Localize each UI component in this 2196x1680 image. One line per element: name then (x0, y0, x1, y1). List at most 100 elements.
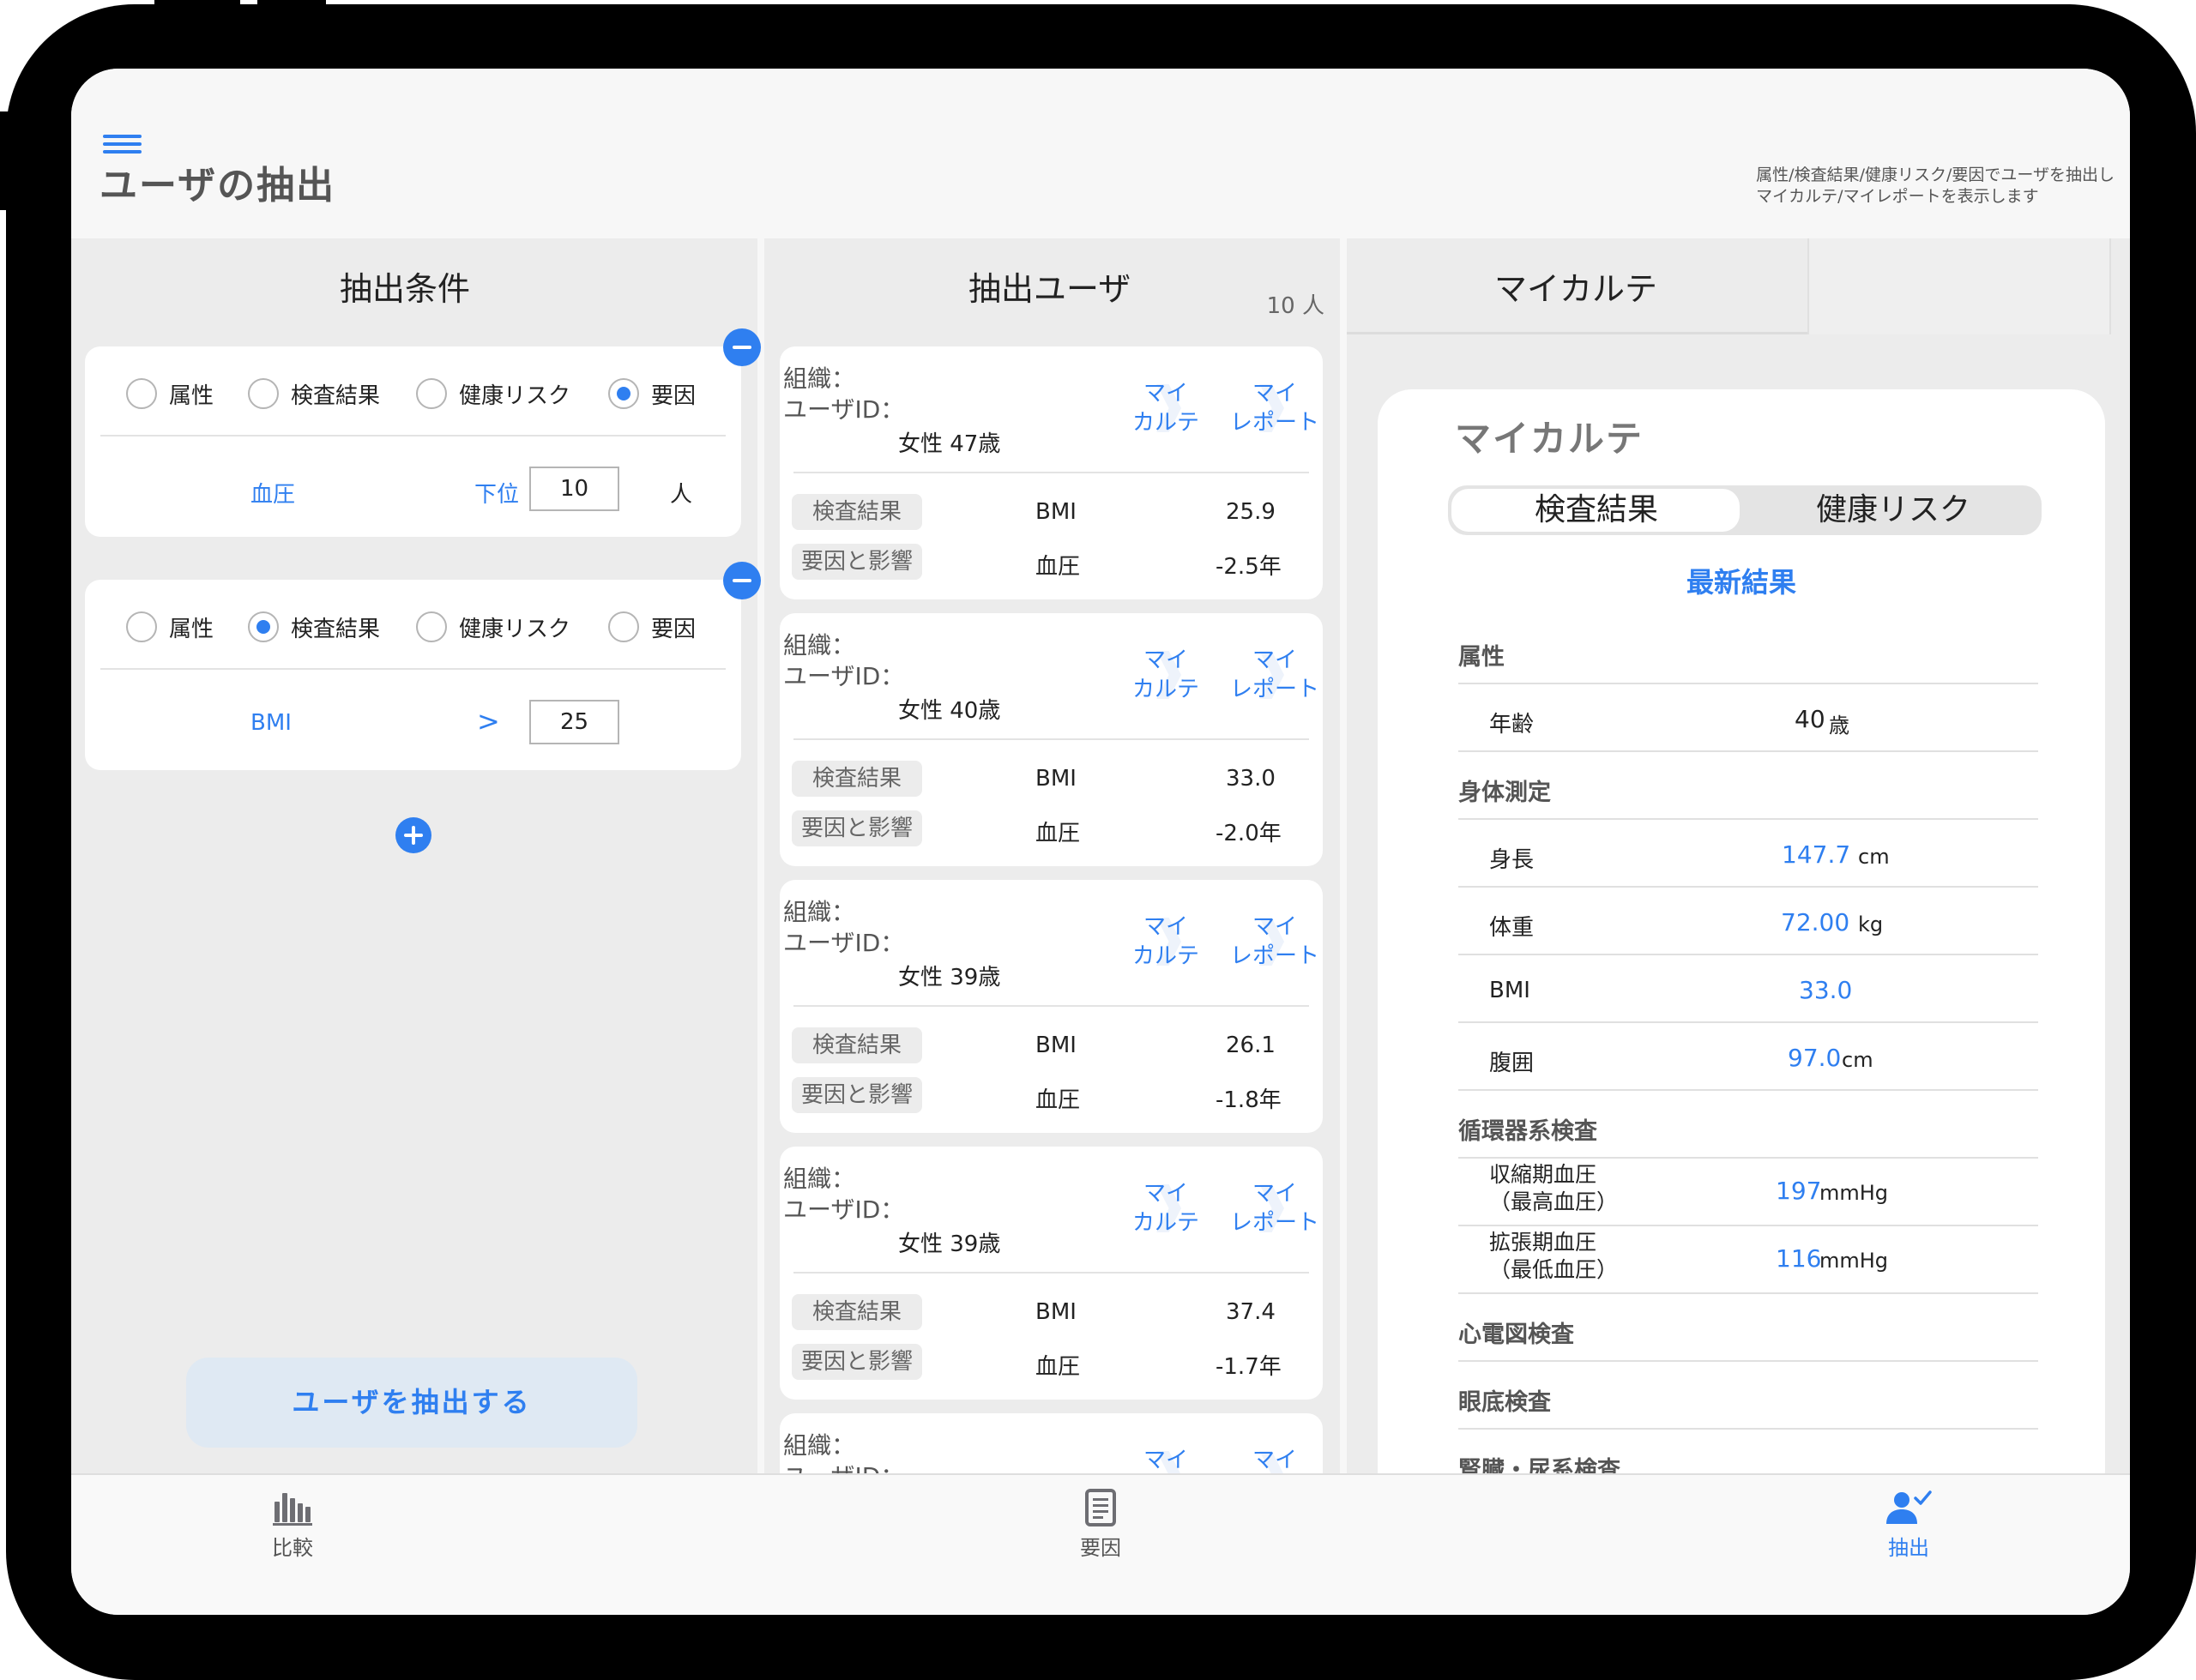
radio-test-result[interactable]: 検査結果 (248, 376, 380, 411)
karte-panel: マイカルテ マイカルテ 検査結果 健康リスク 最新結果 属性 年齢 40 歳 身… (1347, 238, 2130, 1473)
tab-my-karte[interactable]: マイカルテ (1347, 238, 1807, 334)
radio-label: 属性 (169, 616, 214, 642)
user-card[interactable]: 組織： ユーザID： 女性 47歳 マイ カルテ マイ レポート 検査結果 BMI … (780, 346, 1323, 599)
age-value: 40 (1795, 705, 1825, 733)
org-label: 組織： (783, 898, 856, 926)
divider (1458, 1428, 2038, 1430)
my-report-button[interactable]: マイレポート (1228, 1179, 1322, 1237)
radio-test-result[interactable]: 検査結果 (248, 610, 380, 644)
my-karte-button[interactable]: マイカルテ (1125, 912, 1207, 971)
remove-condition-2-button[interactable] (723, 562, 761, 599)
condition-item-select[interactable]: BMI (250, 710, 292, 736)
my-karte-label-1: マイ (1143, 1448, 1188, 1473)
user-card[interactable]: 組織： ユーザID： マイカルテ マイレポート (780, 1413, 1323, 1473)
device-top-button (154, 0, 240, 5)
user-count: 10 人 (1266, 293, 1324, 319)
radio-attribute[interactable]: 属性 (126, 610, 214, 644)
karte-segmented-control: 検査結果 健康リスク (1448, 485, 2042, 535)
section-fundus: 眼底検査 (1458, 1389, 1551, 1416)
my-report-button[interactable]: マイレポート (1228, 379, 1322, 437)
divider (793, 1272, 1309, 1274)
factor-impact: -2.0年 (1216, 821, 1282, 846)
nav-extract[interactable]: 抽出 (1857, 1488, 1960, 1561)
header-description-line2: マイカルテ/マイレポートを表示します (1756, 187, 2039, 206)
my-karte-label-1: マイ (1143, 1181, 1188, 1207)
radio-factor[interactable]: 要因 (608, 610, 696, 644)
my-report-label-1: マイ (1252, 1181, 1297, 1207)
radio-circle (126, 378, 157, 409)
divider (1458, 1292, 2038, 1294)
metric-name: BMI (1035, 1299, 1077, 1325)
conditions-title: 抽出条件 (340, 270, 471, 308)
diastolic-bp-label-1: 拡張期血圧 (1489, 1230, 1597, 1255)
height-value: 147.7 (1782, 840, 1851, 869)
users-title: 抽出ユーザ (968, 270, 1131, 308)
my-karte-button[interactable]: マイカルテ (1125, 646, 1207, 704)
latest-results-link[interactable]: 最新結果 (1378, 561, 2105, 600)
nav-compare[interactable]: 比較 (241, 1488, 344, 1561)
condition-operator-select[interactable]: > (477, 705, 500, 738)
section-attribute: 属性 (1458, 644, 1505, 671)
radio-label: 要因 (651, 616, 697, 642)
condition-item-select[interactable]: 血圧 (250, 477, 295, 509)
divider (1458, 818, 2038, 820)
radio-label: 要因 (651, 382, 697, 409)
add-condition-button[interactable] (395, 817, 431, 853)
factor-name: 血圧 (1035, 1087, 1081, 1113)
condition-value-input[interactable]: 10 (529, 467, 619, 511)
radio-circle (126, 611, 157, 642)
radio-circle (608, 611, 639, 642)
radio-health-risk[interactable]: 健康リスク (416, 376, 570, 411)
systolic-bp-label-1: 収縮期血圧 (1489, 1162, 1597, 1187)
radio-label: 健康リスク (459, 616, 571, 642)
user-card[interactable]: 組織： ユーザID： 女性 39歳 マイ カルテ マイ レポート 検査結果 BMI … (780, 1147, 1323, 1400)
remove-condition-1-button[interactable] (723, 328, 761, 366)
karte-card: マイカルテ 検査結果 健康リスク 最新結果 属性 年齢 40 歳 身体測定 身長… (1378, 389, 2105, 1473)
my-report-button[interactable]: マイレポート (1228, 912, 1322, 971)
my-karte-button[interactable]: マイカルテ (1125, 1446, 1207, 1473)
my-karte-button[interactable]: マイカルテ (1125, 379, 1207, 437)
diastolic-bp-unit: mmHg (1819, 1249, 1889, 1273)
extract-users-button[interactable]: ユーザを抽出する (186, 1358, 637, 1448)
my-report-button[interactable]: マイレポート (1228, 1446, 1322, 1473)
user-card[interactable]: 組織： ユーザID： 女性 40歳 マイ カルテ マイ レポート 検査結果 BMI … (780, 613, 1323, 866)
user-id-label: ユーザID： (783, 1195, 905, 1224)
my-karte-button[interactable]: マイカルテ (1125, 1179, 1207, 1237)
radio-label: 健康リスク (459, 382, 571, 409)
radio-label: 属性 (169, 382, 214, 409)
condition-type-radio-group: 属性 検査結果 健康リスク 要因 (85, 580, 741, 674)
segment-test-result[interactable]: 検査結果 (1448, 485, 1745, 535)
waist-value: 97.0 (1788, 1044, 1842, 1072)
user-id-label: ユーザID： (783, 929, 905, 957)
factor-impact-tag: 要因と影響 (792, 1077, 922, 1113)
systolic-bp-value: 197 (1776, 1177, 1822, 1205)
bar-chart-icon (273, 1493, 312, 1526)
radio-attribute[interactable]: 属性 (126, 376, 214, 411)
condition-value-input[interactable]: 25 (529, 700, 619, 744)
segment-health-risk[interactable]: 健康リスク (1745, 485, 2042, 535)
section-body-measurement: 身体測定 (1458, 780, 1551, 806)
condition-type-radio-group: 属性 検査結果 健康リスク 要因 (85, 346, 741, 441)
conditions-panel: 抽出条件 属性 検査結果 健康リスク 要因 血圧 下位 10 人 属性 検査結果 (71, 238, 761, 1473)
app-header: ユーザの抽出 属性/検査結果/健康リスク/要因でユーザを抽出し マイカルテ/マイ… (71, 69, 2130, 238)
my-report-label-2: レポート (1229, 943, 1319, 969)
systolic-bp-unit: mmHg (1819, 1181, 1889, 1205)
my-report-label-2: レポート (1229, 1210, 1319, 1236)
divider (1458, 750, 2038, 752)
waist-label: 腹囲 (1489, 1051, 1535, 1076)
systolic-bp-label-2: （最高血圧） (1489, 1189, 1619, 1214)
condition-row: 血圧 下位 10 人 (85, 437, 741, 535)
radio-health-risk[interactable]: 健康リスク (416, 610, 570, 644)
device-top-button-2 (257, 0, 326, 5)
radio-factor[interactable]: 要因 (608, 376, 696, 411)
divider (1458, 1021, 2038, 1023)
nav-factor[interactable]: 要因 (1049, 1488, 1152, 1561)
metric-name: BMI (1035, 499, 1077, 525)
my-report-button[interactable]: マイレポート (1228, 646, 1322, 704)
condition-operator-select[interactable]: 下位 (474, 477, 519, 509)
user-card[interactable]: 組織： ユーザID： 女性 39歳 マイ カルテ マイ レポート 検査結果 BMI … (780, 880, 1323, 1133)
metric-value: 26.1 (1226, 1033, 1276, 1058)
metric-value: 33.0 (1226, 766, 1276, 792)
metric-value: 25.9 (1226, 499, 1276, 525)
systolic-bp-label: 収縮期血圧 （最高血圧） (1489, 1161, 1618, 1216)
